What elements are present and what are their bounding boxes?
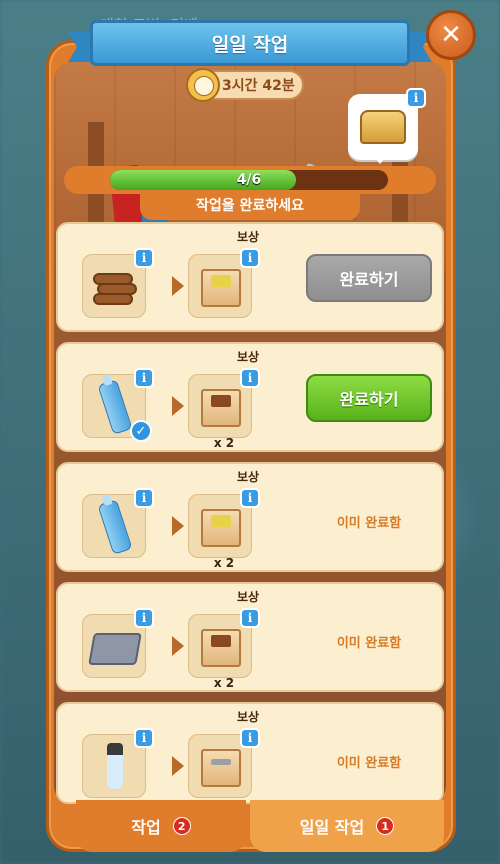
chest-info-icon[interactable]: i bbox=[406, 88, 426, 108]
checkmark-icon: ✓ bbox=[130, 420, 152, 442]
notification-badge: 2 bbox=[172, 817, 191, 835]
arrow-right-icon bbox=[172, 756, 184, 776]
close-button[interactable]: ✕ bbox=[426, 10, 476, 60]
task-card: 보상 i i 이미 완료함 bbox=[56, 702, 444, 804]
task-card: 보상 i i x 2 이미 완료함 bbox=[56, 462, 444, 572]
reward-label: 보상 bbox=[236, 470, 260, 484]
info-icon[interactable]: i bbox=[240, 488, 260, 508]
yellow-block-icon bbox=[211, 275, 231, 287]
reward-multiplier: x 2 bbox=[213, 436, 235, 450]
tab-daily-tasks[interactable]: 일일 작업 1 bbox=[250, 800, 444, 852]
already-done-text: 이미 완료함 bbox=[336, 636, 402, 651]
timer-text: 3시간 42분 bbox=[222, 78, 295, 94]
page-title: 일일 작업 bbox=[90, 20, 410, 66]
info-icon[interactable]: i bbox=[134, 728, 154, 748]
arrow-right-icon bbox=[172, 636, 184, 656]
task-card: 보상 i ✓ i x 2 완료하기 bbox=[56, 342, 444, 452]
task-card: 보상 i i x 2 이미 완료함 bbox=[56, 582, 444, 692]
treasure-chest-icon bbox=[360, 110, 406, 144]
info-icon[interactable]: i bbox=[240, 728, 260, 748]
reward-multiplier: x 2 bbox=[213, 556, 235, 570]
reward-label: 보상 bbox=[236, 590, 260, 604]
reward-label: 보상 bbox=[236, 710, 260, 724]
arrow-right-icon bbox=[172, 276, 184, 296]
task-card: 보상 i i 완료하기 bbox=[56, 222, 444, 332]
complete-button[interactable]: 완료하기 bbox=[306, 374, 432, 422]
clock-icon bbox=[186, 68, 220, 102]
info-icon[interactable]: i bbox=[240, 248, 260, 268]
arrow-right-icon bbox=[172, 516, 184, 536]
wrench-icon bbox=[211, 759, 231, 765]
arrow-right-icon bbox=[172, 396, 184, 416]
stone-tiles-icon bbox=[88, 633, 142, 665]
dropper-bottle-icon bbox=[107, 743, 123, 789]
notification-badge: 1 bbox=[376, 817, 395, 835]
tab-label: 일일 작업 bbox=[299, 818, 365, 837]
brown-block-icon bbox=[211, 635, 231, 647]
complete-button[interactable]: 완료하기 bbox=[306, 254, 432, 302]
already-done-text: 이미 완료함 bbox=[336, 756, 402, 771]
reward-label: 보상 bbox=[236, 350, 260, 364]
already-done-text: 이미 완료함 bbox=[336, 516, 402, 531]
info-icon[interactable]: i bbox=[240, 608, 260, 628]
yellow-block-icon bbox=[211, 515, 231, 527]
info-icon[interactable]: i bbox=[240, 368, 260, 388]
tab-tasks[interactable]: 작업 2 bbox=[76, 800, 246, 852]
info-icon[interactable]: i bbox=[134, 488, 154, 508]
progress-text: 4/6 bbox=[236, 172, 262, 188]
tab-label: 작업 bbox=[131, 818, 161, 837]
info-icon[interactable]: i bbox=[134, 608, 154, 628]
logs-icon bbox=[93, 273, 137, 305]
info-icon[interactable]: i bbox=[134, 368, 154, 388]
aqua-bottle-icon bbox=[97, 499, 133, 555]
info-icon[interactable]: i bbox=[134, 248, 154, 268]
progress-caption: 작업을 완료하세요 bbox=[140, 190, 360, 220]
brown-block-icon bbox=[211, 395, 231, 407]
reward-box-icon bbox=[201, 749, 241, 787]
aqua-bottle-icon bbox=[97, 379, 133, 435]
reward-label: 보상 bbox=[236, 230, 260, 244]
reward-multiplier: x 2 bbox=[213, 676, 235, 690]
bottom-tabs: 작업 2 일일 작업 1 bbox=[54, 800, 446, 856]
timer-badge: 3시간 42분 bbox=[186, 68, 304, 102]
